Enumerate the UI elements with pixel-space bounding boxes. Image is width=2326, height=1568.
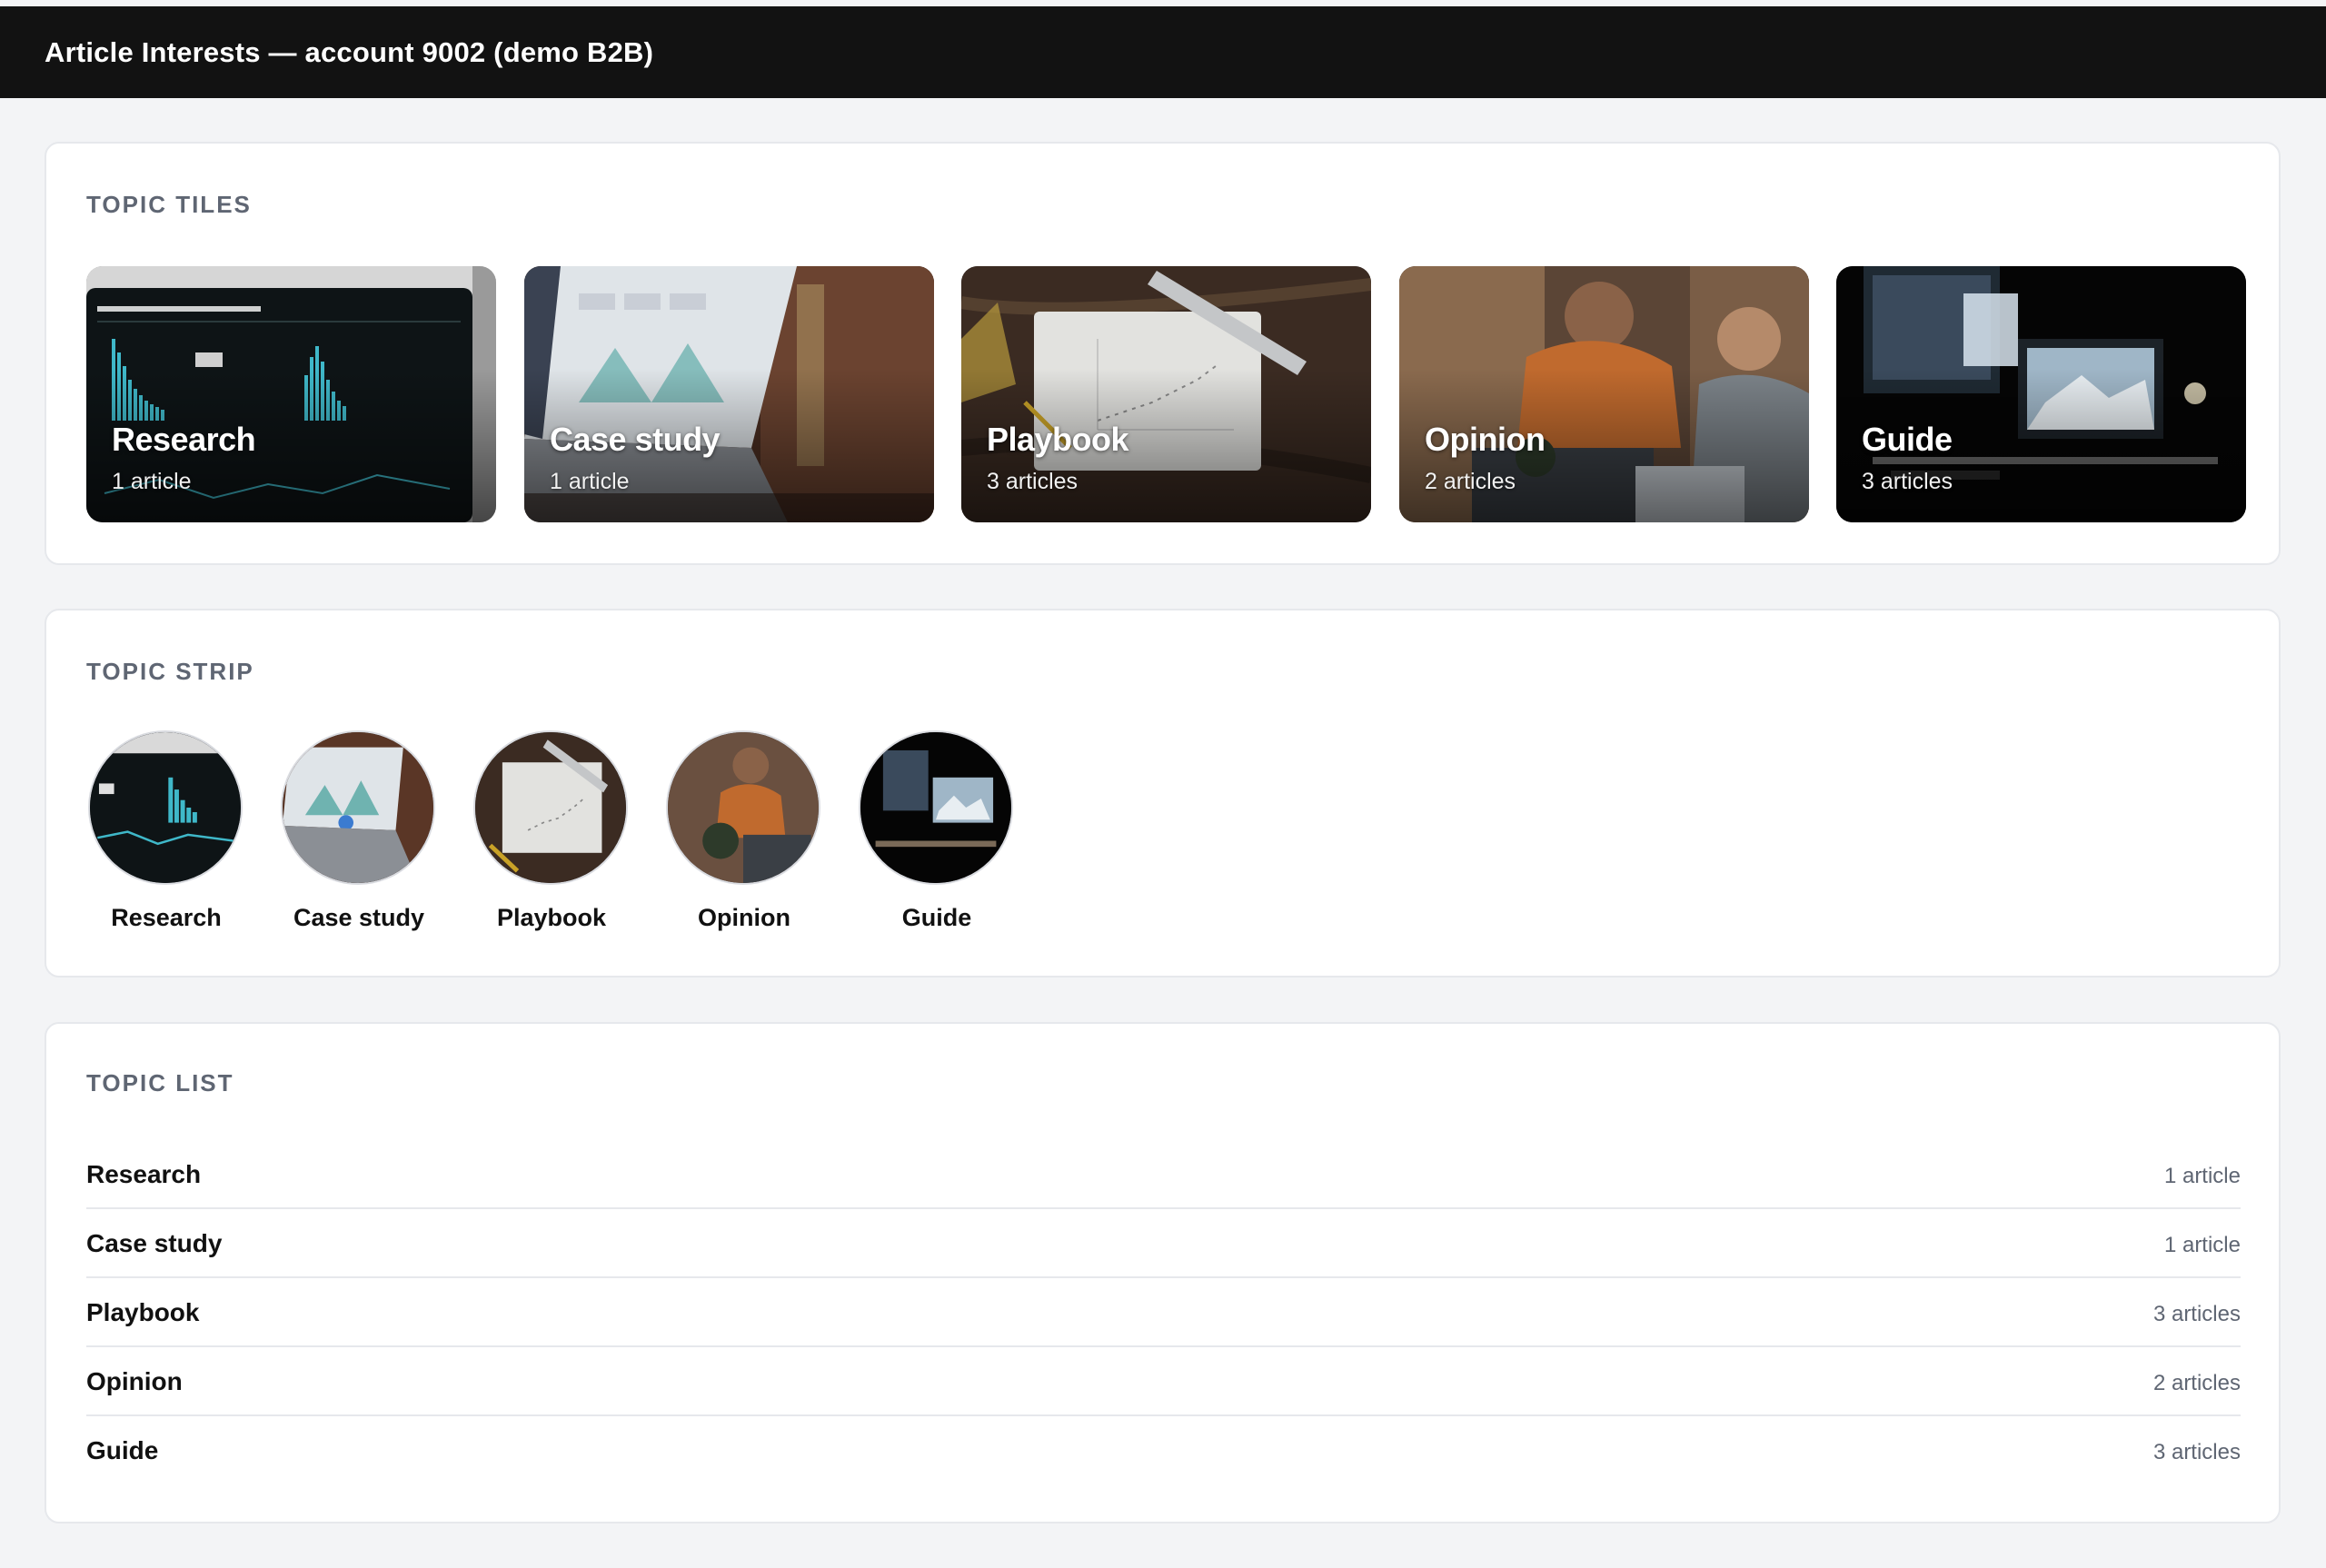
list-item[interactable]: Opinion 2 articles	[86, 1347, 2241, 1416]
tile-count: 1 article	[550, 469, 630, 494]
tile-count: 1 article	[112, 469, 192, 494]
list-item-name: Case study	[86, 1229, 223, 1257]
list-item-name: Research	[86, 1160, 202, 1188]
list-item[interactable]: Guide 3 articles	[86, 1416, 2241, 1485]
tile-research[interactable]: Research 1 article	[86, 266, 496, 522]
chip-label: Opinion	[698, 904, 790, 931]
list-item-count: 1 article	[2163, 1164, 2241, 1188]
tile-opinion[interactable]: Opinion 2 articles	[1399, 266, 1809, 522]
tile-name: Guide	[1862, 421, 1953, 458]
list-item-count: 2 articles	[2152, 1371, 2241, 1395]
topic-list-card: TOPIC LIST Research 1 article Case study…	[45, 1022, 2281, 1523]
list-item-name: Playbook	[86, 1298, 200, 1326]
tile-case-study[interactable]: Case study 1 article	[524, 266, 934, 522]
chip-case-study[interactable]: Case study	[277, 730, 441, 948]
page-title: Article Interests — account 9002 (demo B…	[45, 36, 654, 68]
list-item-count: 3 articles	[2152, 1440, 2241, 1464]
chip-guide[interactable]: Guide	[855, 730, 1019, 948]
tile-name: Case study	[550, 421, 721, 458]
paper-ruler-image	[473, 730, 628, 885]
tile-count: 2 articles	[1425, 469, 1516, 494]
topic-strip-card: TOPIC STRIP Research Case study Playbook…	[45, 609, 2281, 978]
chip-label: Case study	[293, 904, 425, 931]
list-item-count: 3 articles	[2152, 1302, 2241, 1326]
list-item[interactable]: Research 1 article	[86, 1140, 2241, 1209]
list-item[interactable]: Playbook 3 articles	[86, 1278, 2241, 1347]
chip-label: Research	[111, 904, 222, 931]
people-working-image	[666, 730, 820, 885]
chip-label: Playbook	[496, 904, 607, 931]
chip-label: Guide	[901, 904, 972, 931]
analytics-dashboard-image	[88, 730, 243, 885]
dark-desk-image	[859, 730, 1013, 885]
top-bar: Article Interests — account 9002 (demo B…	[0, 6, 2326, 98]
tile-name: Playbook	[987, 421, 1129, 458]
tile-guide[interactable]: Guide 3 articles	[1836, 266, 2246, 522]
chip-playbook[interactable]: Playbook	[470, 730, 633, 948]
list-item-count: 1 article	[2163, 1233, 2241, 1257]
list-item[interactable]: Case study 1 article	[86, 1209, 2241, 1278]
tile-playbook[interactable]: Playbook 3 articles	[961, 266, 1371, 522]
tile-name: Research	[112, 421, 256, 458]
section-title-list: TOPIC LIST	[86, 1069, 234, 1097]
chip-research[interactable]: Research	[84, 730, 248, 948]
chip-opinion[interactable]: Opinion	[662, 730, 826, 948]
list-item-name: Opinion	[86, 1367, 183, 1395]
laptop-charts-image	[281, 730, 435, 885]
section-title-tiles: TOPIC TILES	[86, 191, 252, 218]
section-title-strip: TOPIC STRIP	[86, 658, 254, 685]
tile-count: 3 articles	[1862, 469, 1953, 494]
topic-tiles-card: TOPIC TILES Research 1 article Case stud…	[45, 142, 2281, 565]
tile-count: 3 articles	[987, 469, 1079, 494]
page: Article Interests — account 9002 (demo B…	[0, 0, 2326, 1568]
list-item-name: Guide	[86, 1436, 159, 1464]
tile-name: Opinion	[1425, 421, 1546, 458]
